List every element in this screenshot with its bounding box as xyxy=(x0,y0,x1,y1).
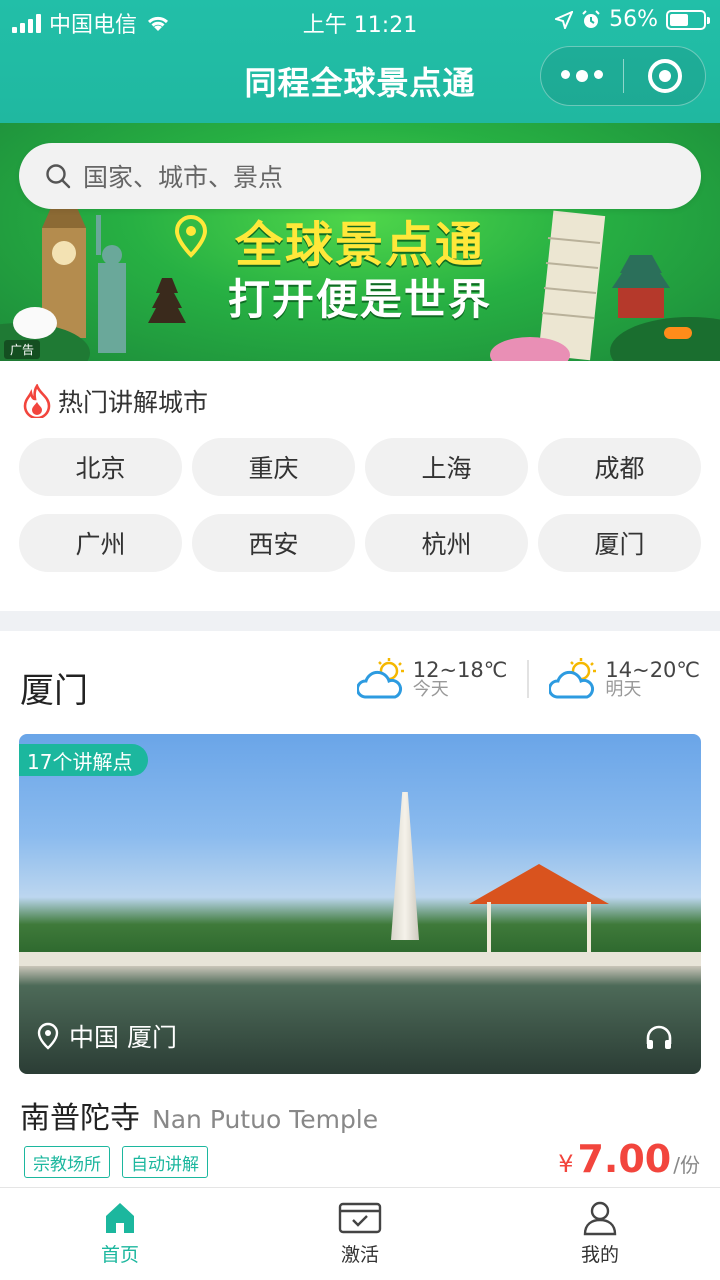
tab-home-label: 首页 xyxy=(100,1244,139,1266)
pagoda-illustration xyxy=(391,792,419,940)
search-icon xyxy=(46,164,71,189)
spots-count-badge: 17个讲解点 xyxy=(19,744,149,776)
tab-home[interactable]: 首页 xyxy=(0,1188,240,1280)
attraction-price: ¥ 7.00 /份 xyxy=(558,1137,700,1181)
status-bar: 中国电信 上午 11:21 56% xyxy=(0,0,720,40)
weather-forecast: 12~18℃ 今天 14~20℃ 明天 xyxy=(356,657,700,701)
close-target-icon[interactable] xyxy=(624,59,705,93)
ad-label: 广告 xyxy=(4,340,41,359)
weather-tomorrow: 14~20℃ 明天 xyxy=(549,657,700,701)
city-chip-hangzhou[interactable]: 杭州 xyxy=(365,514,528,572)
weather-tomorrow-temp: 14~20℃ xyxy=(605,657,700,682)
alarm-icon xyxy=(582,9,600,28)
banner-subtitle: 打开便是世界 xyxy=(227,275,492,324)
hot-cities-section: 热门讲解城市 北京 重庆 上海 成都 广州 西安 杭州 厦门 xyxy=(0,361,720,611)
city-chip-chongqing[interactable]: 重庆 xyxy=(192,438,355,496)
search-placeholder: 国家、城市、景点 xyxy=(83,163,284,192)
card-location-text: 中国 厦门 xyxy=(69,1023,177,1052)
weather-divider xyxy=(527,660,530,698)
partly-cloudy-icon xyxy=(356,658,404,699)
tab-mine[interactable]: 我的 xyxy=(480,1188,720,1280)
city-chip-grid: 北京 重庆 上海 成都 广州 西安 杭州 厦门 xyxy=(19,438,701,572)
miniprogram-capsule xyxy=(540,46,706,106)
user-icon xyxy=(583,1201,617,1236)
bridge-illustration xyxy=(19,952,701,966)
top-bar: 中国电信 上午 11:21 56% 同程全球景点通 xyxy=(0,0,720,123)
location-arrow-icon xyxy=(555,10,574,29)
city-section: 厦门 12~18℃ 今天 14~20℃ 明天 17个讲解点 中国 厦门 南普陀寺… xyxy=(0,631,720,1187)
banner-title: 全球景点通 xyxy=(234,217,485,273)
weather-today-label: 今天 xyxy=(412,678,449,700)
hot-cities-heading: 热门讲解城市 xyxy=(58,388,209,417)
card-location: 中国 厦门 xyxy=(37,1018,177,1054)
city-chip-guangzhou[interactable]: 广州 xyxy=(19,514,182,572)
attraction-name-cn: 南普陀寺 xyxy=(20,1101,140,1136)
attraction-name-en: Nan Putuo Temple xyxy=(152,1105,379,1134)
search-input[interactable]: 国家、城市、景点 xyxy=(19,143,701,209)
bottom-tab-bar: 首页 激活 我的 xyxy=(0,1187,720,1280)
tab-mine-label: 我的 xyxy=(580,1244,619,1266)
city-chip-xian[interactable]: 西安 xyxy=(192,514,355,572)
city-chip-xiamen[interactable]: 厦门 xyxy=(538,514,701,572)
banner-indicator xyxy=(664,327,692,339)
ticket-check-icon xyxy=(338,1202,382,1234)
tag-auto-narration: 自动讲解 xyxy=(122,1146,208,1178)
attraction-tags: 宗教场所 自动讲解 xyxy=(24,1146,208,1178)
location-pin-icon xyxy=(37,1022,59,1050)
city-name: 厦门 xyxy=(20,671,88,711)
headphones-icon[interactable] xyxy=(645,1024,673,1050)
attraction-title[interactable]: 南普陀寺 Nan Putuo Temple xyxy=(20,1093,378,1137)
battery-icon xyxy=(666,9,710,30)
partly-cloudy-icon xyxy=(549,658,597,699)
pavilion-roof-illustration xyxy=(469,864,609,904)
more-icon[interactable] xyxy=(541,70,623,82)
attraction-card-photo[interactable]: 17个讲解点 中国 厦门 xyxy=(19,734,701,1074)
city-chip-shanghai[interactable]: 上海 xyxy=(365,438,528,496)
city-chip-chengdu[interactable]: 成都 xyxy=(538,438,701,496)
home-icon xyxy=(106,1203,134,1233)
battery-percent: 56% xyxy=(609,7,658,32)
tag-religious-site: 宗教场所 xyxy=(24,1146,110,1178)
flame-icon xyxy=(23,384,51,418)
weather-today: 12~18℃ 今天 xyxy=(356,657,508,701)
section-divider xyxy=(0,611,720,631)
tab-activate[interactable]: 激活 xyxy=(240,1188,480,1280)
weather-tomorrow-label: 明天 xyxy=(605,678,642,700)
city-chip-beijing[interactable]: 北京 xyxy=(19,438,182,496)
price-unit: /份 xyxy=(673,1153,700,1177)
price-currency: ¥ xyxy=(558,1150,574,1178)
weather-today-temp: 12~18℃ xyxy=(412,657,508,682)
tab-activate-label: 激活 xyxy=(340,1244,379,1266)
price-value: 7.00 xyxy=(577,1137,672,1181)
